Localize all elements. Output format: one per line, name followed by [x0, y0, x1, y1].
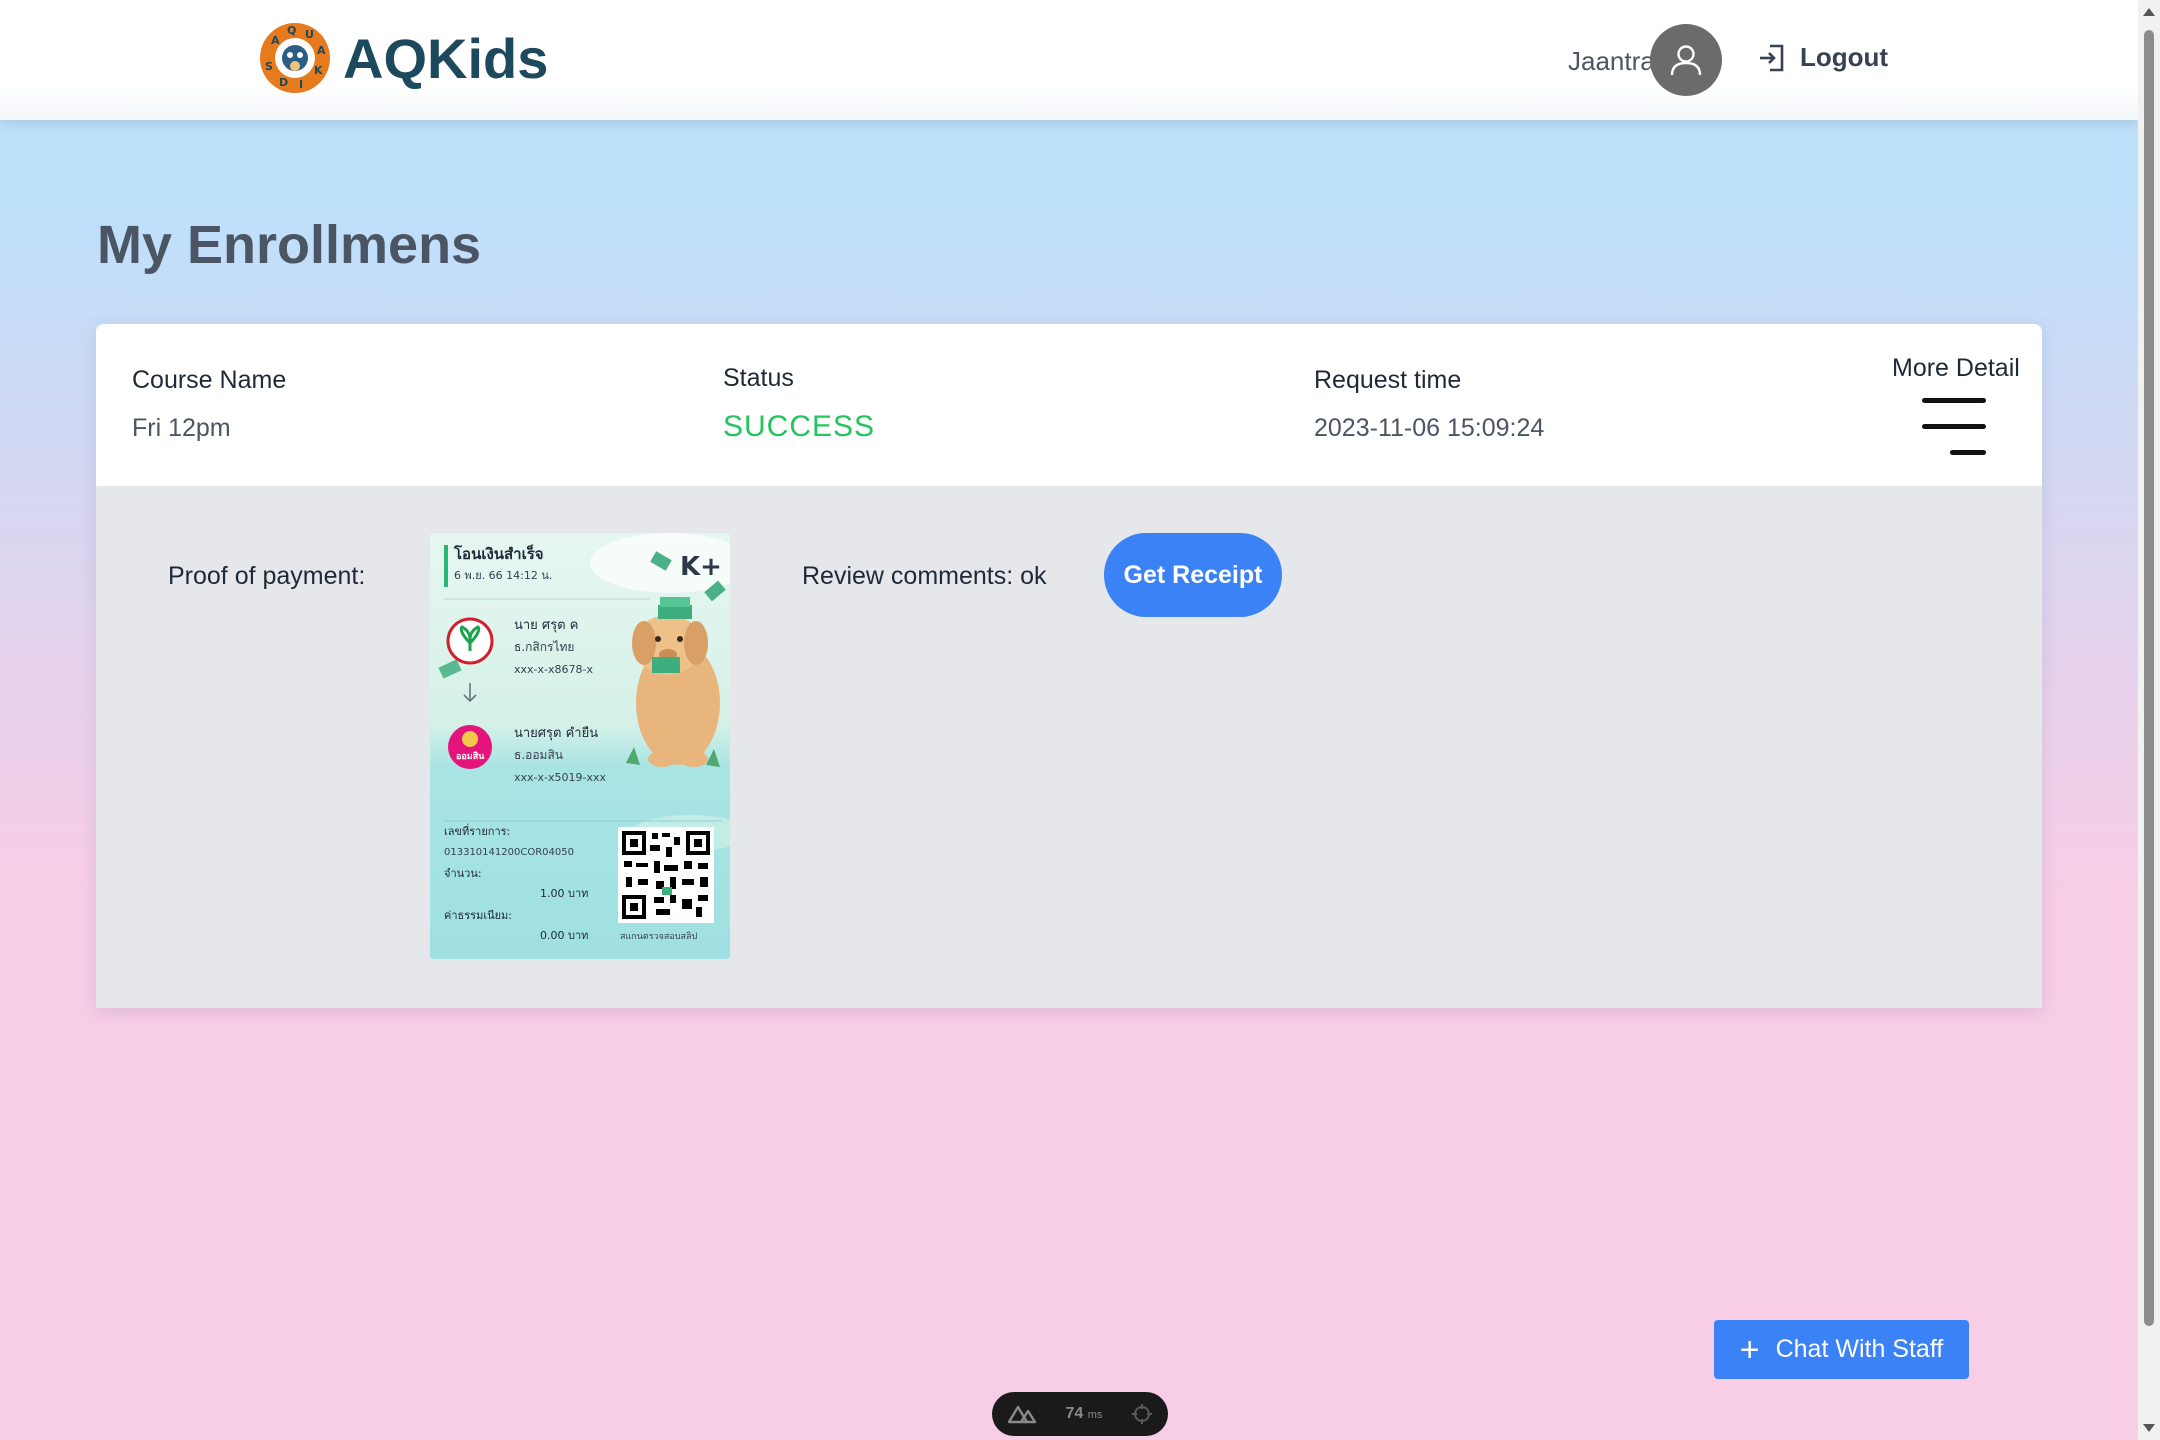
status-label: Status — [723, 364, 794, 392]
aqkids-logo: A Q U A K I D S — [259, 22, 331, 94]
svg-text:A: A — [317, 44, 326, 57]
scroll-thumb[interactable] — [2144, 30, 2154, 1326]
scroll-down-arrow-icon[interactable] — [2143, 1424, 2155, 1432]
nuxt-icon — [1007, 1405, 1036, 1424]
request-time-label: Request time — [1314, 366, 1462, 394]
slip-from-bank: ธ.กสิกรไทย — [514, 640, 574, 654]
more-detail-label: More Detail — [1892, 354, 2020, 382]
course-name-label: Course Name — [132, 366, 287, 394]
plus-icon: + — [1739, 1330, 1760, 1369]
request-time-value: 2023-11-06 15:09:24 — [1314, 414, 1545, 442]
enrollment-card: Course Name Fri 12pm Status SUCCESS Requ… — [96, 324, 2042, 1008]
chat-with-staff-label: Chat With Staff — [1775, 1335, 1944, 1363]
svg-text:S: S — [265, 60, 273, 73]
slip-fee-value: 0.00 บาท — [540, 929, 588, 942]
devtools-pill[interactable]: 74 ms — [992, 1392, 1168, 1436]
slip-gsb-badge: ออมสิน — [456, 751, 485, 762]
slip-ref-value: 013310141200COR04050 — [444, 847, 574, 858]
svg-text:D: D — [279, 76, 288, 89]
proof-of-payment-label: Proof of payment: — [168, 562, 366, 590]
svg-text:U: U — [305, 28, 314, 41]
slip-brand: K+ — [680, 552, 722, 582]
review-comments: Review comments: ok — [802, 562, 1047, 590]
get-receipt-button[interactable]: Get Receipt — [1104, 533, 1282, 617]
slip-from-name: นาย ศรุต ค — [514, 618, 578, 633]
payment-slip-image[interactable]: โอนเงินสำเร็จ 6 พ.ย. 66 14:12 น. K+ นาย … — [430, 533, 730, 959]
brand-name: AQKids — [343, 26, 549, 90]
user-icon — [1670, 45, 1702, 76]
slip-amount-label: จำนวน: — [444, 867, 482, 880]
svg-text:I: I — [299, 78, 303, 91]
vertical-scrollbar[interactable] — [2138, 0, 2160, 1440]
page-title: My Enrollmens — [97, 215, 482, 275]
slip-ref-label: เลขที่รายการ: — [444, 823, 510, 838]
enrollment-details: Proof of payment: โอนเงินสำเร็จ 6 พ.ย. 6… — [96, 486, 2042, 1008]
slip-fee-label: ค่าธรรมเนียม: — [444, 909, 512, 922]
user-name: Jaantra — [1568, 46, 1655, 76]
status-value: SUCCESS — [723, 410, 876, 443]
page: A Q U A K I D S AQKids Jaantra Logout My… — [0, 0, 2138, 1440]
menu-icon[interactable] — [1922, 396, 1986, 456]
logout-icon — [1760, 44, 1784, 71]
enrollment-summary: Course Name Fri 12pm Status SUCCESS Requ… — [96, 324, 2042, 486]
slip-datetime: 6 พ.ย. 66 14:12 น. — [454, 569, 552, 582]
logout-label: Logout — [1800, 42, 1889, 72]
slip-to-bank: ธ.ออมสิน — [514, 748, 563, 762]
top-navbar: A Q U A K I D S AQKids Jaantra Logout — [0, 0, 2138, 120]
slip-to-account: xxx-x-x5019-xxx — [514, 771, 606, 784]
chat-with-staff-button[interactable]: + Chat With Staff — [1714, 1320, 1969, 1379]
avatar[interactable] — [1650, 24, 1722, 96]
slip-from-account: xxx-x-x8678-x — [514, 663, 593, 676]
target-icon[interactable] — [1131, 1403, 1153, 1425]
brand[interactable]: A Q U A K I D S AQKids — [259, 22, 548, 94]
slip-amount-value: 1.00 บาท — [540, 887, 588, 900]
slip-qr-caption: สแกนตรวจสอบสลิป — [620, 931, 698, 942]
logout-button[interactable]: Logout — [1758, 42, 1888, 73]
qr-code — [618, 827, 714, 923]
svg-text:A: A — [271, 34, 280, 47]
slip-title: โอนเงินสำเร็จ — [453, 544, 544, 563]
slip-to-name: นายศรุต คำยืน — [514, 725, 598, 741]
scroll-up-arrow-icon[interactable] — [2143, 8, 2155, 16]
render-time: 74 ms — [1065, 1405, 1103, 1422]
svg-text:Q: Q — [287, 24, 296, 37]
svg-text:K: K — [314, 64, 323, 77]
course-name-value: Fri 12pm — [132, 414, 231, 442]
